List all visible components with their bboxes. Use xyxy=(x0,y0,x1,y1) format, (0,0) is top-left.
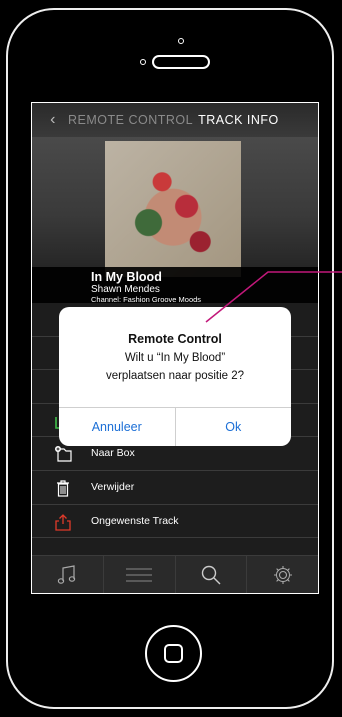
tab-list[interactable] xyxy=(102,556,175,593)
album-area xyxy=(32,137,318,277)
sensor-icon xyxy=(140,59,146,65)
track-artist: Shawn Mendes xyxy=(91,284,160,295)
tab-music[interactable] xyxy=(32,556,103,593)
menu-item-label: Verwijder xyxy=(91,480,135,493)
search-icon xyxy=(201,565,221,584)
chevron-left-icon[interactable]: ‹ xyxy=(40,111,66,129)
folder-add-icon xyxy=(55,446,72,462)
dialog-message-line-2: verplaatsen naar positie 2? xyxy=(105,370,245,382)
menu-item-ongewenste-track[interactable]: Ongewenste Track xyxy=(32,504,318,539)
tab-bar xyxy=(32,555,318,593)
dialog-message-line-1: Wilt u “In My Blood” xyxy=(124,352,226,364)
home-square-icon xyxy=(164,644,183,663)
speaker-grille xyxy=(152,55,210,69)
nav-remote-control[interactable]: REMOTE CONTROL xyxy=(68,113,193,127)
share-export-icon xyxy=(55,513,71,531)
navigation-bar: ‹ REMOTE CONTROL TRACK INFO xyxy=(32,103,318,137)
music-note-icon xyxy=(58,564,76,584)
menu-item-label: Naar Box xyxy=(91,447,135,460)
ok-button[interactable]: Ok xyxy=(174,408,292,446)
confirm-move-dialog: Remote Control Wilt u “In My Blood” verp… xyxy=(59,307,291,446)
menu-item-verwijder[interactable]: Verwijder xyxy=(32,470,318,505)
nav-track-info: TRACK INFO xyxy=(198,113,279,127)
app-screen: ‹ REMOTE CONTROL TRACK INFO In My Blood … xyxy=(31,102,319,594)
track-info-overlay: In My Blood Shawn Mendes Channel: Fashio… xyxy=(32,267,318,304)
album-art xyxy=(105,141,241,277)
gear-icon xyxy=(273,565,292,584)
dialog-title: Remote Control xyxy=(128,332,222,346)
dialog-message: Wilt u “In My Blood” verplaatsen naar po… xyxy=(69,349,281,385)
tab-search[interactable] xyxy=(174,556,247,593)
cancel-button[interactable]: Annuleer xyxy=(59,408,175,446)
track-title: In My Blood xyxy=(91,270,162,284)
home-button[interactable] xyxy=(145,625,202,682)
trash-icon xyxy=(57,480,69,497)
tab-settings[interactable] xyxy=(246,556,318,593)
dialog-actions: Annuleer Ok xyxy=(59,407,291,446)
menu-item-label: Ongewenste Track xyxy=(91,514,179,527)
camera-icon xyxy=(178,38,184,44)
list-icon xyxy=(126,567,153,582)
